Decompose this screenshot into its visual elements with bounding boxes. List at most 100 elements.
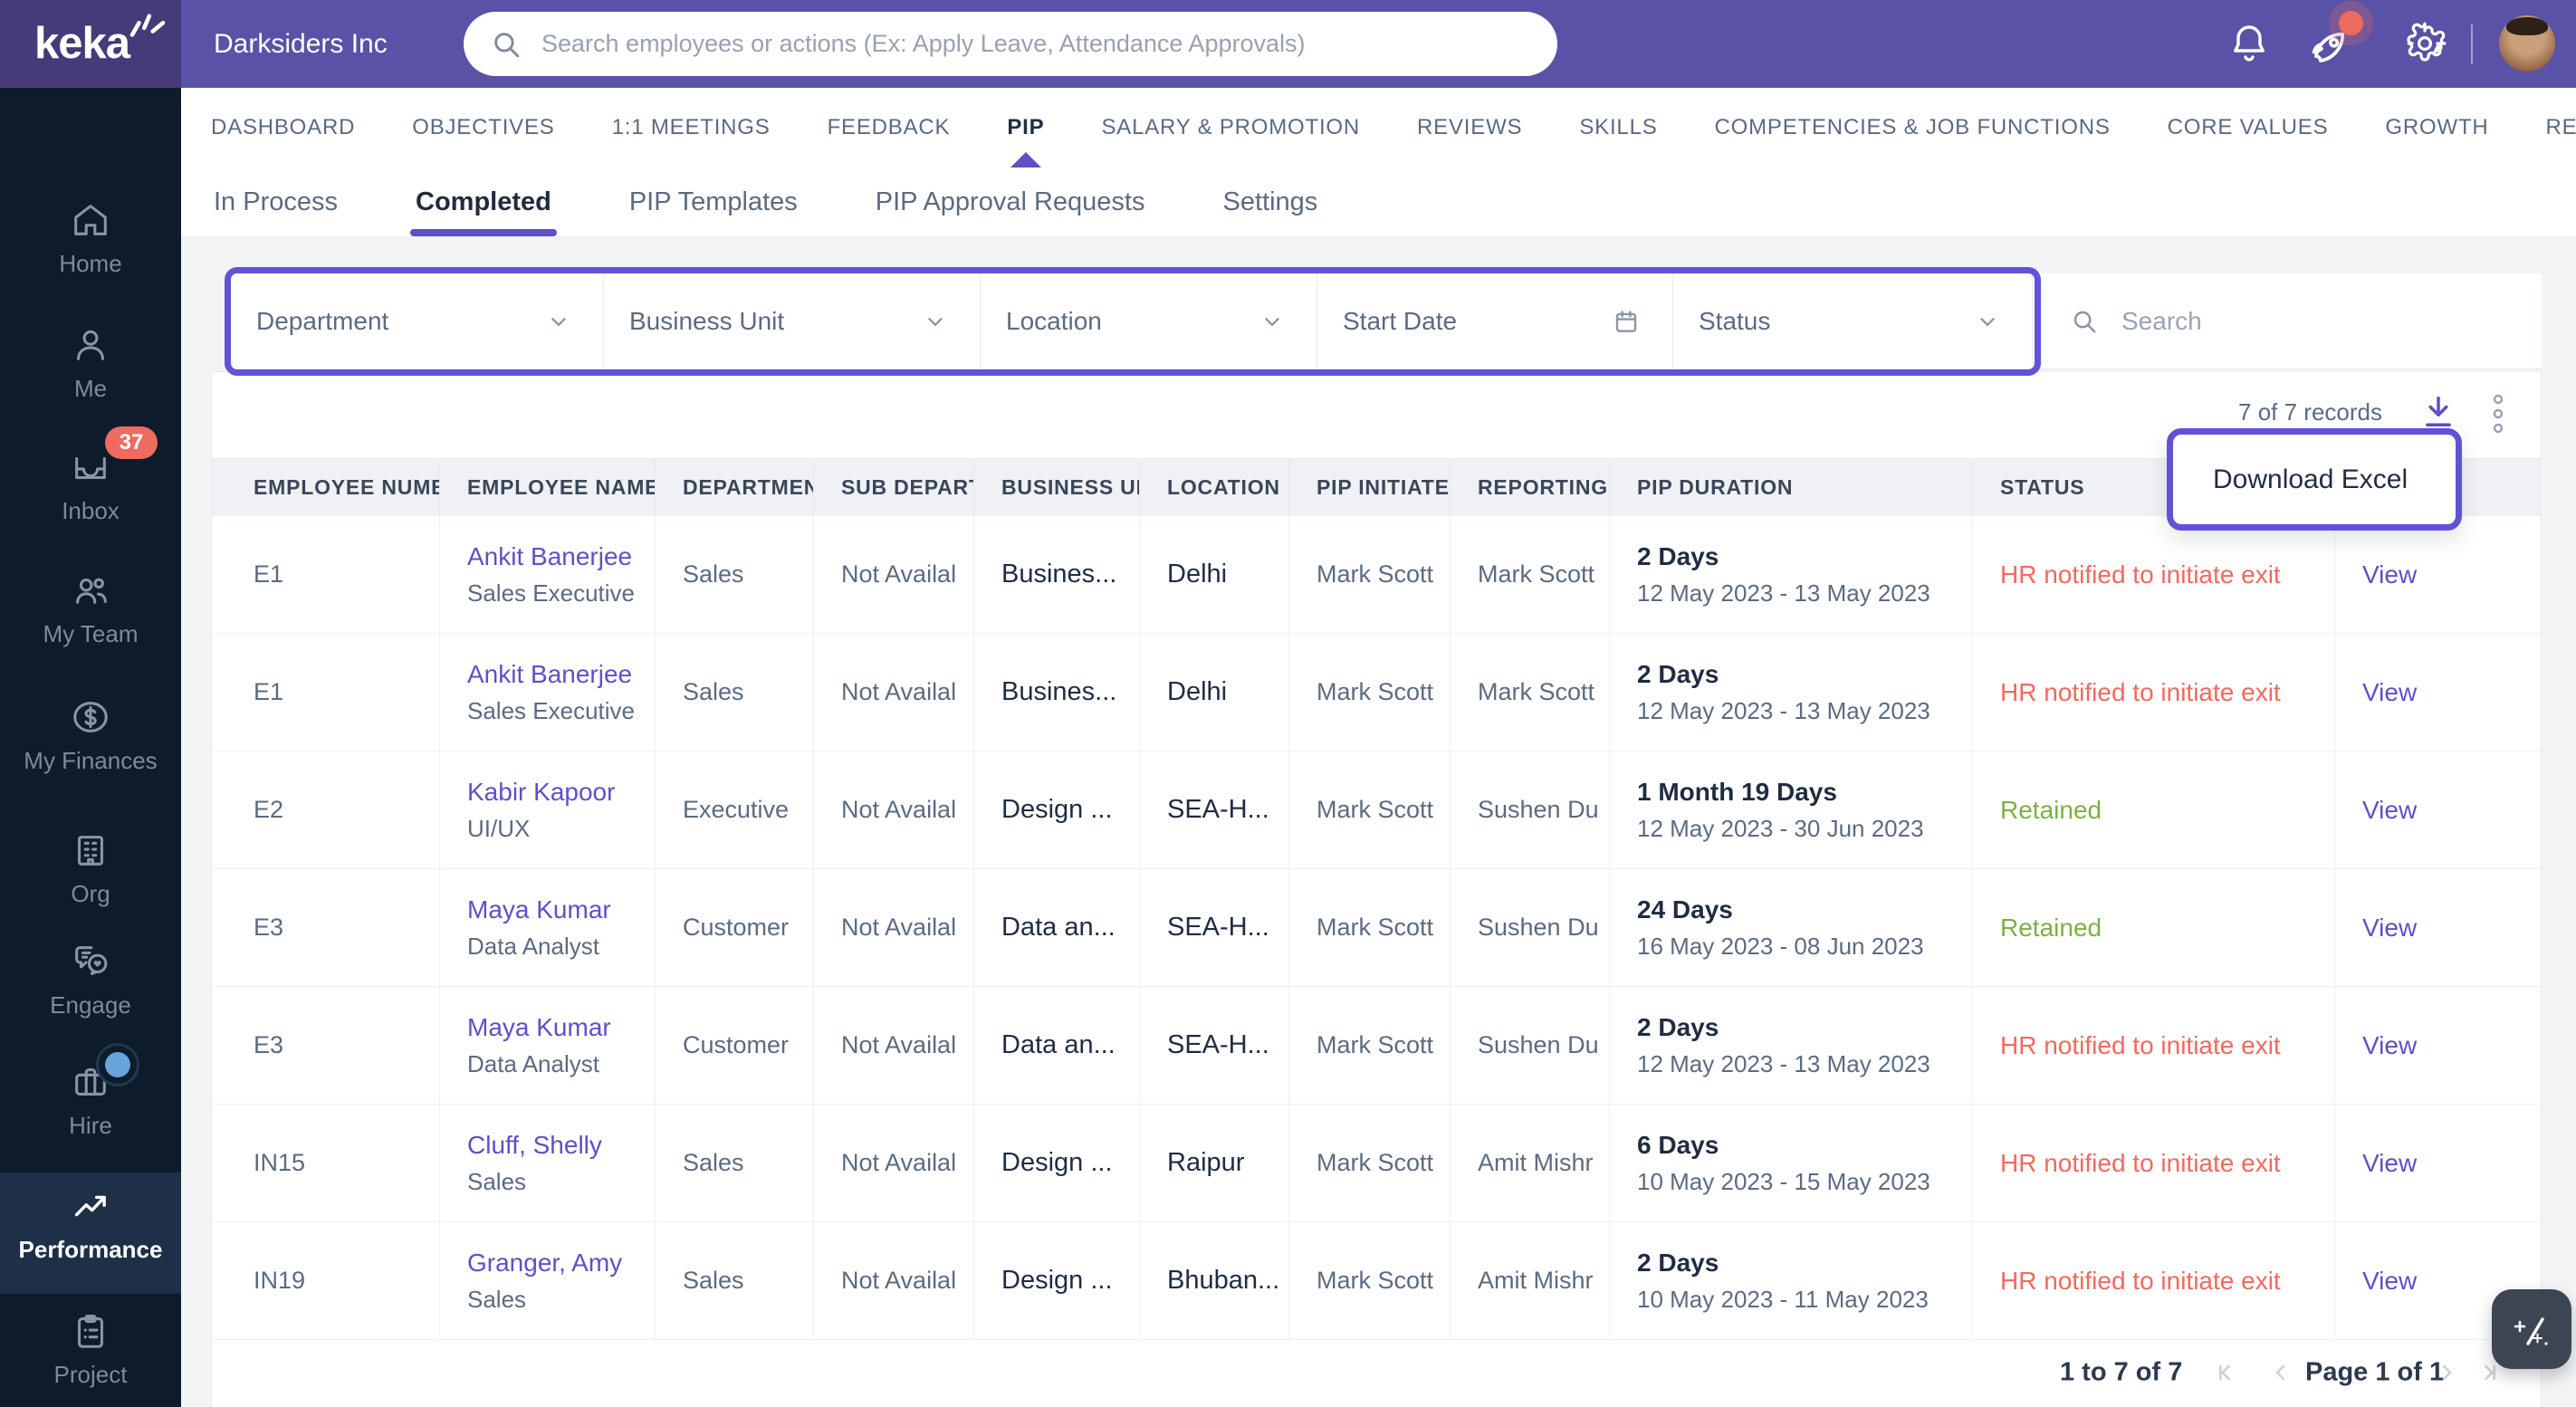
magic-wand-fab[interactable] — [2492, 1289, 2571, 1369]
filter-start-date[interactable]: Start Date — [1317, 273, 1673, 368]
employee-role: Data Analyst — [467, 1049, 599, 1077]
user-avatar[interactable] — [2499, 15, 2555, 72]
pip-date-range: 10 May 2023 - 15 May 2023 — [1637, 1167, 1930, 1195]
employee-name-link[interactable]: Maya Kumar — [467, 1013, 655, 1042]
employee-name-link[interactable]: Ankit Banerjee — [467, 660, 655, 689]
column-header[interactable]: PIP INITIATED — [1289, 459, 1451, 516]
sidebar-item-performance[interactable]: Performance — [0, 1172, 181, 1294]
nav-tab-reports[interactable]: REPORTS — [2546, 88, 2576, 168]
sidebar-item-my-team[interactable]: My Team — [0, 570, 181, 680]
notification-dot — [2339, 11, 2363, 35]
subtab-settings[interactable]: Settings — [1222, 168, 1317, 236]
pip-duration: 2 Days — [1637, 541, 1719, 570]
nav-tab-reviews[interactable]: REVIEWS — [1417, 88, 1522, 168]
pagination-prev-icon[interactable] — [2268, 1360, 2294, 1385]
employee-role: Sales Executive — [467, 579, 635, 607]
magic-wand-icon — [2514, 1317, 2548, 1345]
subtab-pip-templates[interactable]: PIP Templates — [629, 168, 798, 236]
notifications-bell-icon[interactable] — [2227, 22, 2271, 65]
more-options-kebab-icon[interactable] — [2492, 392, 2504, 436]
employee-role: Sales Executive — [467, 696, 635, 724]
column-header[interactable]: EMPLOYEE NUMBER — [212, 459, 440, 516]
view-link[interactable]: View — [2362, 1149, 2541, 1178]
pip-duration: 2 Days — [1637, 1012, 1719, 1041]
column-header[interactable]: EMPLOYEE NAME — [440, 459, 656, 516]
view-link[interactable]: View — [2362, 678, 2541, 707]
filter-department[interactable]: Department — [231, 273, 604, 368]
module-nav: DASHBOARD OBJECTIVES 1:1 MEETINGS FEEDBA… — [181, 88, 2576, 168]
pagination-next-icon[interactable] — [2434, 1360, 2459, 1385]
filter-bar: Department Business Unit Location Start … — [231, 273, 2542, 369]
sidebar-item-engage[interactable]: Engage — [0, 941, 181, 1051]
nav-tab-competencies[interactable]: COMPETENCIES & JOB FUNCTIONS — [1715, 88, 2111, 168]
column-header[interactable]: SUB DEPARTM — [814, 459, 974, 516]
table-search-input[interactable] — [2120, 305, 2467, 337]
nav-tab-growth[interactable]: GROWTH — [2385, 88, 2488, 168]
subtab-in-process[interactable]: In Process — [214, 168, 338, 236]
keka-wordmark: keka — [34, 19, 130, 68]
sidebar-item-home[interactable]: Home — [0, 199, 181, 310]
whats-new-rocket-icon[interactable] — [2305, 11, 2363, 67]
column-header[interactable]: REPORTING M. — [1451, 459, 1610, 516]
keka-logo[interactable]: keka — [0, 0, 181, 88]
sidebar-item-org[interactable]: Org — [0, 829, 181, 940]
nav-tab-skills[interactable]: SKILLS — [1579, 88, 1657, 168]
sidebar-item-hire[interactable]: Hire — [0, 1052, 181, 1172]
app: keka Darksiders Inc Search employees or … — [0, 0, 2576, 1407]
view-link[interactable]: View — [2362, 914, 2541, 943]
employee-role: Sales — [467, 1167, 527, 1195]
pagination-first-icon[interactable] — [2212, 1360, 2237, 1385]
org-building-icon — [78, 836, 103, 866]
column-header[interactable]: PIP DURATION — [1610, 459, 1973, 516]
view-link[interactable]: View — [2362, 796, 2541, 825]
employee-number: E1 — [254, 560, 284, 588]
table-row: E2 Kabir Kapoor UI/UX Executive Not Avai… — [212, 751, 2541, 869]
view-link[interactable]: View — [2362, 560, 2541, 589]
nav-tab-feedback[interactable]: FEEDBACK — [828, 88, 951, 168]
status-text: HR notified to initiate exit — [2000, 1030, 2281, 1059]
subtab-completed[interactable]: Completed — [410, 168, 557, 236]
column-header[interactable]: BUSINESS UNI — [974, 459, 1140, 516]
project-clipboard-icon — [78, 1314, 103, 1348]
inbox-tray-icon — [75, 456, 106, 480]
sidebar-item-my-finances[interactable]: My Finances — [0, 696, 181, 807]
table-search[interactable] — [2033, 273, 2542, 368]
table-row: E3 Maya Kumar Data Analyst Customer Not … — [212, 869, 2541, 987]
sidebar-item-me[interactable]: Me — [0, 324, 181, 435]
performance-trend-icon — [74, 1195, 106, 1217]
nav-tab-objectives[interactable]: OBJECTIVES — [412, 88, 554, 168]
settings-gear-icon[interactable] — [2403, 22, 2447, 65]
employee-name-link[interactable]: Kabir Kapoor — [467, 778, 655, 807]
filter-status[interactable]: Status — [1673, 273, 2033, 368]
employee-name-link[interactable]: Granger, Amy — [467, 1249, 655, 1278]
nav-tab-dashboard[interactable]: DASHBOARD — [211, 88, 355, 168]
sidebar-item-inbox[interactable]: 37 Inbox — [0, 426, 181, 557]
search-icon — [2073, 311, 2096, 332]
pip-date-range: 12 May 2023 - 30 Jun 2023 — [1637, 814, 1924, 842]
nav-tab-core-values[interactable]: CORE VALUES — [2168, 88, 2329, 168]
column-header[interactable]: LOCATION — [1140, 459, 1289, 516]
employee-name-link[interactable]: Cluff, Shelly — [467, 1131, 655, 1160]
pagination-page-label: Page 1 of 1 — [2305, 1357, 2445, 1387]
filter-business-unit[interactable]: Business Unit — [604, 273, 981, 368]
employee-role: Data Analyst — [467, 932, 599, 960]
employee-name-link[interactable]: Ankit Banerjee — [467, 542, 655, 571]
global-search[interactable] — [464, 12, 1557, 76]
nav-tab-pip[interactable]: PIP — [1007, 88, 1044, 168]
column-header[interactable]: DEPARTMENT — [656, 459, 814, 516]
global-search-input[interactable] — [540, 29, 1521, 59]
engage-chat-heart-icon — [75, 946, 108, 975]
subtab-pip-approval-requests[interactable]: PIP Approval Requests — [876, 168, 1145, 236]
pip-duration: 2 Days — [1637, 659, 1719, 688]
nav-tab-salary-promotion[interactable]: SALARY & PROMOTION — [1101, 88, 1360, 168]
download-excel-menu-item[interactable]: Download Excel — [2167, 428, 2462, 531]
inbox-badge: 37 — [105, 426, 158, 459]
view-link[interactable]: View — [2362, 1031, 2541, 1060]
status-text: Retained — [2000, 913, 2102, 942]
nav-tab-1-1-meetings[interactable]: 1:1 MEETINGS — [612, 88, 771, 168]
filter-location[interactable]: Location — [981, 273, 1317, 368]
download-icon[interactable] — [2418, 390, 2458, 434]
sidebar-item-project[interactable]: Project — [0, 1310, 181, 1407]
employee-name-link[interactable]: Maya Kumar — [467, 895, 655, 924]
pip-date-range: 16 May 2023 - 08 Jun 2023 — [1637, 932, 1924, 960]
